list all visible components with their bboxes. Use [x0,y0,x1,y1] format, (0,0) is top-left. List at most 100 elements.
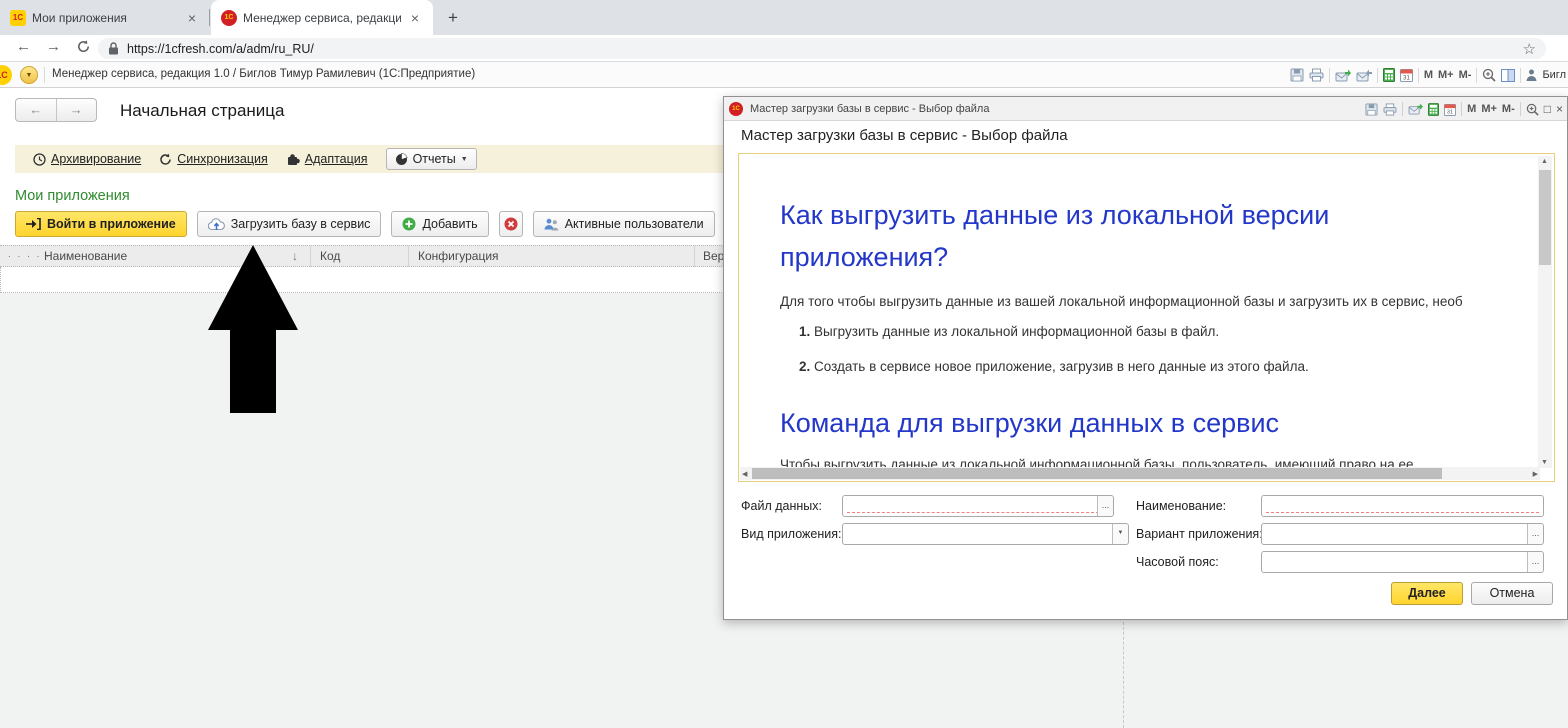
browser-tab-service-manager[interactable]: 1С Менеджер сервиса, редакция 1 × [211,0,433,35]
1c-favicon: 1С [221,9,237,26]
upload-base-label: Загрузить базу в сервис [230,217,371,231]
variant-input[interactable]: ... [1261,523,1544,545]
browser-tab-my-apps[interactable]: 1С Мои приложения × [0,0,210,35]
app-toolbar-icons: 31 М М+ М- Бигл [1290,62,1568,88]
forward-icon[interactable]: → [46,38,61,55]
active-users-button[interactable]: Активные пользователи [532,211,715,237]
memory-add-button[interactable]: М+ [1438,69,1454,81]
column-name[interactable]: Наименование [44,249,127,263]
scroll-right-icon[interactable]: ▶ [1533,470,1538,478]
calendar-icon[interactable]: 31 [1444,103,1457,116]
enter-application-button[interactable]: Войти в приложение [15,211,187,237]
synchronization-label: Синхронизация [177,152,268,166]
maximize-icon[interactable]: □ [1544,102,1551,116]
dialog-window-title: Мастер загрузки базы в сервис - Выбор фа… [750,102,990,115]
reports-label: Отчеты [412,152,456,166]
app-kind-select[interactable]: ▼ [842,523,1129,545]
current-user-label[interactable]: Бигл [1542,69,1566,81]
bookmark-star-icon[interactable]: ☆ [1523,40,1536,58]
tab-title: Мои приложения [32,10,127,25]
save-icon[interactable] [1365,102,1378,116]
divider [44,67,45,83]
scroll-left-icon[interactable]: ◀ [742,470,747,478]
tab-title: Менеджер сервиса, редакция 1 [243,10,401,25]
dashed-column-line [1123,622,1124,728]
next-button[interactable]: Далее [1391,582,1463,605]
tab-close-icon[interactable]: × [407,10,423,26]
doc-list-item: 1. Выгрузить данные из локальной информа… [799,324,1219,339]
add-button[interactable]: Добавить [391,211,489,237]
calculator-icon[interactable] [1382,68,1395,82]
annotation-arrow-up [205,243,301,415]
mail-send-icon[interactable] [1408,103,1424,115]
browse-variant-button[interactable]: ... [1527,524,1543,544]
lock-icon [108,42,119,55]
mail-send-icon[interactable] [1335,69,1351,82]
adaptation-link[interactable]: Адаптация [286,152,368,166]
memory-store-button[interactable]: М [1467,103,1476,115]
save-icon[interactable] [1290,68,1304,82]
column-configuration[interactable]: Конфигурация [418,249,499,263]
scrollbar-thumb[interactable] [752,468,1442,479]
svg-text:31: 31 [1403,76,1410,82]
memory-subtract-button[interactable]: М- [1459,69,1472,81]
vertical-scrollbar[interactable]: ▲ ▼ [1538,156,1552,468]
reload-icon[interactable] [76,39,91,54]
archiving-link[interactable]: Архивирование [33,152,141,166]
tab-close-icon[interactable]: × [184,10,200,26]
print-icon[interactable] [1309,68,1324,82]
clock-icon [33,152,46,166]
enter-arrow-icon [26,218,41,230]
memory-add-button[interactable]: М+ [1481,103,1497,115]
data-file-input[interactable]: ... [842,495,1114,517]
browser-toolbar: ← → https://1cfresh.com/a/adm/ru_RU/ ☆ [0,35,1568,62]
back-icon[interactable]: ← [16,38,31,55]
browse-timezone-button[interactable]: ... [1527,552,1543,572]
cloud-upload-icon [207,217,225,231]
column-code[interactable]: Код [320,249,340,263]
close-icon[interactable]: × [1556,102,1563,116]
calendar-icon[interactable]: 31 [1399,68,1413,82]
enter-application-label: Войти в приложение [47,217,176,231]
dialog-title-bar[interactable]: 1С Мастер загрузки базы в сервис - Выбор… [724,97,1567,121]
split-window-icon[interactable] [1501,68,1516,82]
address-bar[interactable]: https://1cfresh.com/a/adm/ru_RU/ ☆ [98,38,1546,59]
users-icon [544,218,559,231]
puzzle-icon [286,153,300,166]
nav-forward-button[interactable]: → [57,99,97,121]
nav-back-button[interactable]: ← [16,99,57,121]
user-icon[interactable] [1526,69,1537,81]
zoom-icon[interactable] [1526,103,1539,116]
scroll-up-icon[interactable]: ▲ [1541,158,1548,165]
upload-base-button[interactable]: Загрузить базу в сервис [196,211,382,237]
main-menu-button[interactable]: ▼ [20,66,38,84]
synchronization-link[interactable]: Синхронизация [159,152,268,166]
list-number: 2. [799,359,811,374]
add-label: Добавить [422,217,478,231]
reports-menu-button[interactable]: Отчеты ▼ [385,148,477,170]
print-icon[interactable] [1383,102,1397,116]
help-document[interactable]: Как выгрузить данные из локальной версии… [738,153,1555,482]
scroll-down-icon[interactable]: ▼ [1541,459,1548,466]
zoom-icon[interactable] [1482,68,1497,82]
cancel-button[interactable]: Отмена [1471,582,1553,605]
list-text: Создать в сервисе новое приложение, загр… [814,359,1309,374]
memory-subtract-button[interactable]: М- [1502,103,1515,115]
refresh-icon [159,153,172,166]
calculator-icon[interactable] [1428,102,1440,116]
1c-logo: 1С [0,65,12,85]
delete-button[interactable] [498,211,523,237]
1c-favicon: 1С [10,9,26,26]
memory-store-button[interactable]: М [1424,69,1433,81]
plus-circle-icon [402,217,416,231]
list-text: Выгрузить данные из локальной информацио… [814,324,1220,339]
name-label: Наименование: [1136,499,1227,513]
browse-file-button[interactable]: ... [1097,496,1113,516]
horizontal-scrollbar[interactable]: ◀ ▶ [740,467,1540,480]
dropdown-caret-icon[interactable]: ▼ [1112,524,1128,544]
timezone-input[interactable]: ... [1261,551,1544,573]
scrollbar-thumb[interactable] [1539,170,1551,265]
new-tab-button[interactable]: + [441,6,465,30]
name-input[interactable] [1261,495,1544,517]
mail-receive-icon[interactable] [1356,69,1372,82]
